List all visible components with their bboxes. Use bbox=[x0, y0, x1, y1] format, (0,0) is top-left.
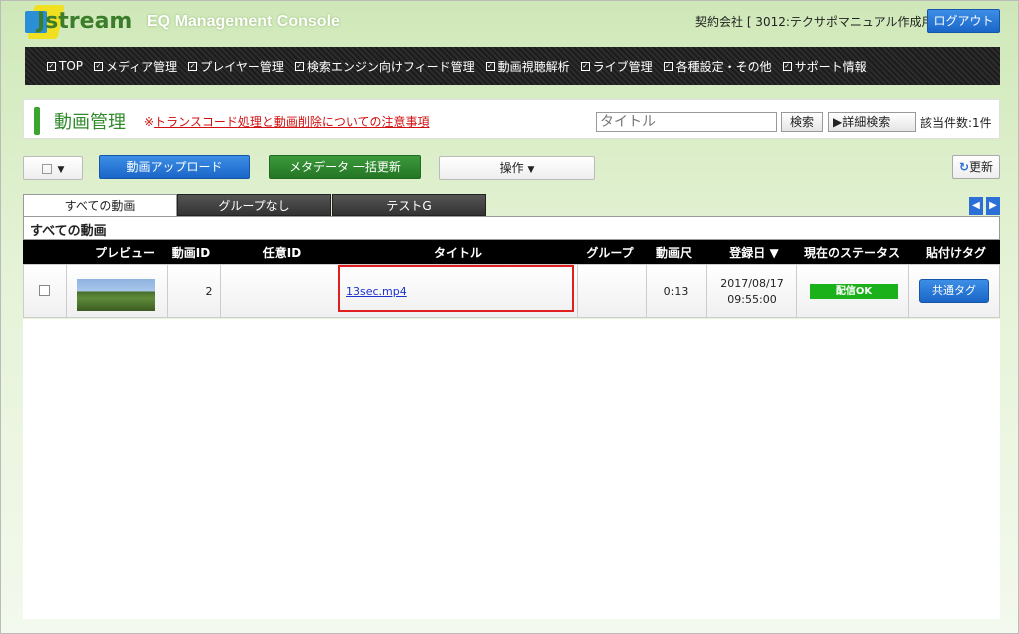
nav-item-analytics[interactable]: ✓ 動画視聴解析 bbox=[485, 58, 570, 75]
nav-item-top[interactable]: ✓ TOP bbox=[47, 59, 83, 73]
upload-time: 09:55:00 bbox=[727, 293, 777, 306]
panel-header: すべての動画 bbox=[23, 216, 1000, 240]
tab-all-videos[interactable]: すべての動画 bbox=[23, 194, 177, 217]
col-header-tag: 貼付けタグ bbox=[925, 246, 986, 260]
col-header-title: タイトル bbox=[433, 246, 482, 260]
search-input[interactable] bbox=[596, 112, 777, 132]
tab-test-g[interactable]: テストG bbox=[332, 194, 486, 216]
row-checkbox[interactable] bbox=[39, 285, 50, 296]
checkbox-icon: ✓ bbox=[485, 61, 495, 71]
tab-no-group[interactable]: グループなし bbox=[177, 194, 331, 216]
operations-dropdown[interactable]: 操作 ▼ bbox=[439, 156, 595, 180]
search-button[interactable]: 検索 bbox=[781, 112, 823, 132]
video-thumbnail[interactable] bbox=[77, 279, 155, 311]
highlight-box bbox=[338, 265, 574, 312]
logout-button[interactable]: ログアウト bbox=[927, 9, 1000, 33]
tab-prev-icon[interactable]: ◀ bbox=[969, 197, 983, 215]
upload-date: 2017/08/17 bbox=[720, 277, 784, 290]
page-title: 動画管理 bbox=[54, 112, 126, 133]
page-titlebar: 動画管理 ※トランスコード処理と動画削除についての注意事項 検索 ▶詳細検索 該… bbox=[23, 99, 1000, 139]
checkbox-icon: ✓ bbox=[663, 61, 673, 71]
nav-item-feed[interactable]: ✓ 検索エンジン向けフィード管理 bbox=[294, 58, 475, 75]
col-header-custom-id: 任意ID bbox=[262, 246, 302, 260]
refresh-button[interactable]: ↻更新 bbox=[952, 155, 1000, 179]
nav-item-live[interactable]: ✓ ライブ管理 bbox=[580, 58, 653, 75]
main-nav: ✓ TOP ✓ メディア管理 ✓ プレイヤー管理 ✓ 検索エンジン向けフィード管理 ✓ 動… bbox=[25, 47, 1000, 85]
result-count: 該当件数:1件 bbox=[920, 116, 992, 130]
checkbox-icon: ✓ bbox=[782, 61, 792, 71]
checkbox-icon: ✓ bbox=[47, 61, 56, 71]
title-accent-bar bbox=[34, 107, 40, 135]
empty-table-area bbox=[23, 319, 1000, 619]
advanced-search-button[interactable]: ▶詳細検索 bbox=[828, 112, 916, 132]
app-header: Jstream EQ Management Console 契約会社 [ 301… bbox=[1, 1, 1019, 43]
checkbox-icon bbox=[41, 163, 52, 174]
col-header-id: 動画ID bbox=[171, 246, 211, 260]
video-duration: 0:13 bbox=[663, 285, 689, 298]
nav-item-settings[interactable]: ✓ 各種設定・その他 bbox=[663, 58, 772, 75]
panel-title: すべての動画 bbox=[30, 224, 107, 239]
nav-item-media[interactable]: ✓ メディア管理 bbox=[94, 58, 177, 75]
checkbox-icon: ✓ bbox=[94, 61, 104, 71]
nav-item-player[interactable]: ✓ プレイヤー管理 bbox=[188, 58, 284, 75]
checkbox-icon: ✓ bbox=[580, 61, 590, 71]
col-header-group: グループ bbox=[586, 246, 634, 260]
refresh-icon: ↻ bbox=[958, 160, 970, 174]
checkbox-icon: ✓ bbox=[188, 61, 198, 71]
console-title: EQ Management Console bbox=[147, 13, 340, 30]
logo-text: Jstream bbox=[37, 9, 133, 34]
col-header-date[interactable]: 登録日 ▼ bbox=[719, 244, 789, 261]
video-id: 2 bbox=[205, 285, 213, 298]
table-header: プレビュー 動画ID 任意ID タイトル グループ 動画尺 登録日 ▼ 現在のス… bbox=[23, 240, 1000, 264]
col-header-duration: 動画尺 bbox=[655, 246, 692, 260]
upload-button[interactable]: 動画アップロード bbox=[99, 155, 250, 179]
col-header-preview: プレビュー bbox=[94, 246, 155, 260]
play-icon: ▶ bbox=[833, 115, 843, 129]
jstream-logo: Jstream bbox=[23, 5, 133, 39]
metadata-bulk-update-button[interactable]: メタデータ 一括更新 bbox=[269, 155, 421, 179]
chevron-down-icon: ▼ bbox=[57, 165, 65, 175]
common-tag-button[interactable]: 共通タグ bbox=[919, 279, 989, 303]
notice-link[interactable]: ※トランスコード処理と動画削除についての注意事項 bbox=[144, 113, 429, 130]
checkbox-icon: ✓ bbox=[294, 61, 304, 71]
col-header-status: 現在のステータス bbox=[803, 246, 900, 260]
select-all-dropdown[interactable]: ▼ bbox=[23, 156, 83, 180]
contract-info: 契約会社 [ 3012:テクサポマニュアル作成用 ] bbox=[695, 15, 943, 29]
nav-item-support[interactable]: ✓ サポート情報 bbox=[782, 58, 867, 75]
chevron-down-icon: ▼ bbox=[527, 165, 535, 175]
status-badge: 配信OK bbox=[810, 284, 898, 299]
tab-next-icon[interactable]: ▶ bbox=[986, 197, 1000, 215]
